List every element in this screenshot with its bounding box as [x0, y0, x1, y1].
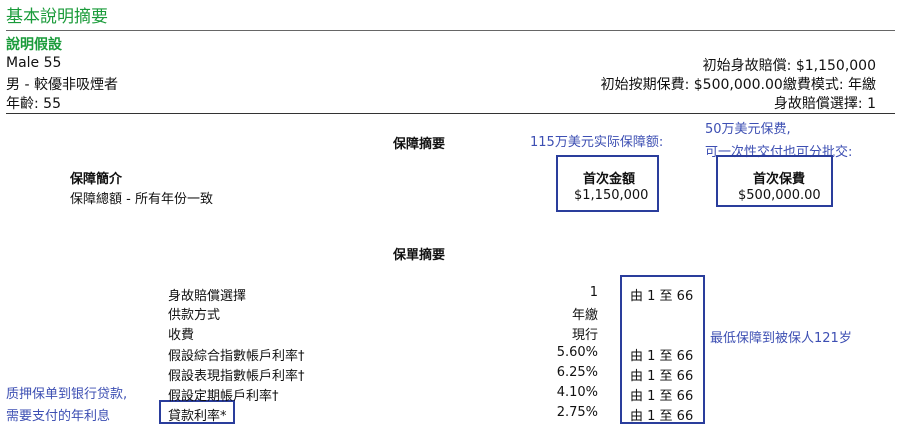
- table-row-value: 6.25%: [556, 365, 598, 380]
- insured-name-age: Male 55: [6, 55, 62, 71]
- page-title: 基本說明摘要: [6, 7, 108, 27]
- first-amount-value: $1,150,000: [574, 188, 649, 203]
- first-amount-header: 首次金額: [583, 172, 636, 187]
- table-row-label: 收費: [168, 328, 195, 343]
- initial-premium-mode: 初始按期保費: $500,000.00繳費模式: 年繳: [600, 77, 876, 93]
- table-row-value: 年繳: [571, 308, 598, 323]
- insured-age: 年齡: 55: [6, 96, 61, 112]
- loan-annotation-line2: 需要支付的年利息: [6, 409, 111, 424]
- table-row-value: 現行: [571, 328, 598, 343]
- coverage-row-label: 保障總額 - 所有年份一致: [70, 192, 213, 207]
- table-row-value: 4.10%: [556, 385, 598, 400]
- death-benefit-option: 身故賠償選擇: 1: [773, 96, 876, 112]
- table-row-label: 供款方式: [168, 308, 221, 323]
- coverage-sub-heading: 保障簡介: [70, 172, 123, 187]
- table-row-label: 假設定期帳戶利率†: [168, 389, 279, 404]
- table-row-label: 假設綜合指數帳戶利率†: [168, 349, 305, 364]
- policy-summary-heading: 保單摘要: [393, 248, 446, 263]
- table-row-range: 由 1 至 66: [630, 289, 694, 304]
- header-divider: [6, 30, 895, 31]
- info-divider: [6, 113, 895, 114]
- table-row-range: 由 1 至 66: [630, 369, 694, 384]
- section-title: 說明假設: [6, 37, 62, 53]
- table-row-value: 2.75%: [556, 405, 598, 420]
- table-row-label: 身故賠償選擇: [168, 289, 247, 304]
- table-row-range: 由 1 至 66: [630, 409, 694, 424]
- table-row-range: 由 1 至 66: [630, 349, 694, 364]
- table-row-label: 假設表現指數帳戶利率†: [168, 369, 305, 384]
- coverage-summary-heading: 保障摘要: [393, 137, 446, 152]
- table-row-value: 1: [589, 285, 598, 300]
- table-row-label: 貸款利率*: [168, 409, 227, 424]
- coverage-annotation: 115万美元实际保障额:: [530, 135, 664, 150]
- loan-annotation-line1: 质押保单到银行贷款,: [6, 387, 128, 402]
- first-premium-value: $500,000.00: [738, 188, 821, 203]
- premium-annotation-line1: 50万美元保费,: [705, 122, 791, 137]
- insured-class: 男 - 較優非吸煙者: [6, 77, 118, 93]
- initial-death-benefit: 初始身故賠償: $1,150,000: [702, 58, 876, 74]
- table-row-value: 5.60%: [556, 345, 598, 360]
- age-annotation: 最低保障到被保人121岁: [710, 331, 852, 346]
- table-row-range: 由 1 至 66: [630, 389, 694, 404]
- first-premium-header: 首次保費: [753, 172, 806, 187]
